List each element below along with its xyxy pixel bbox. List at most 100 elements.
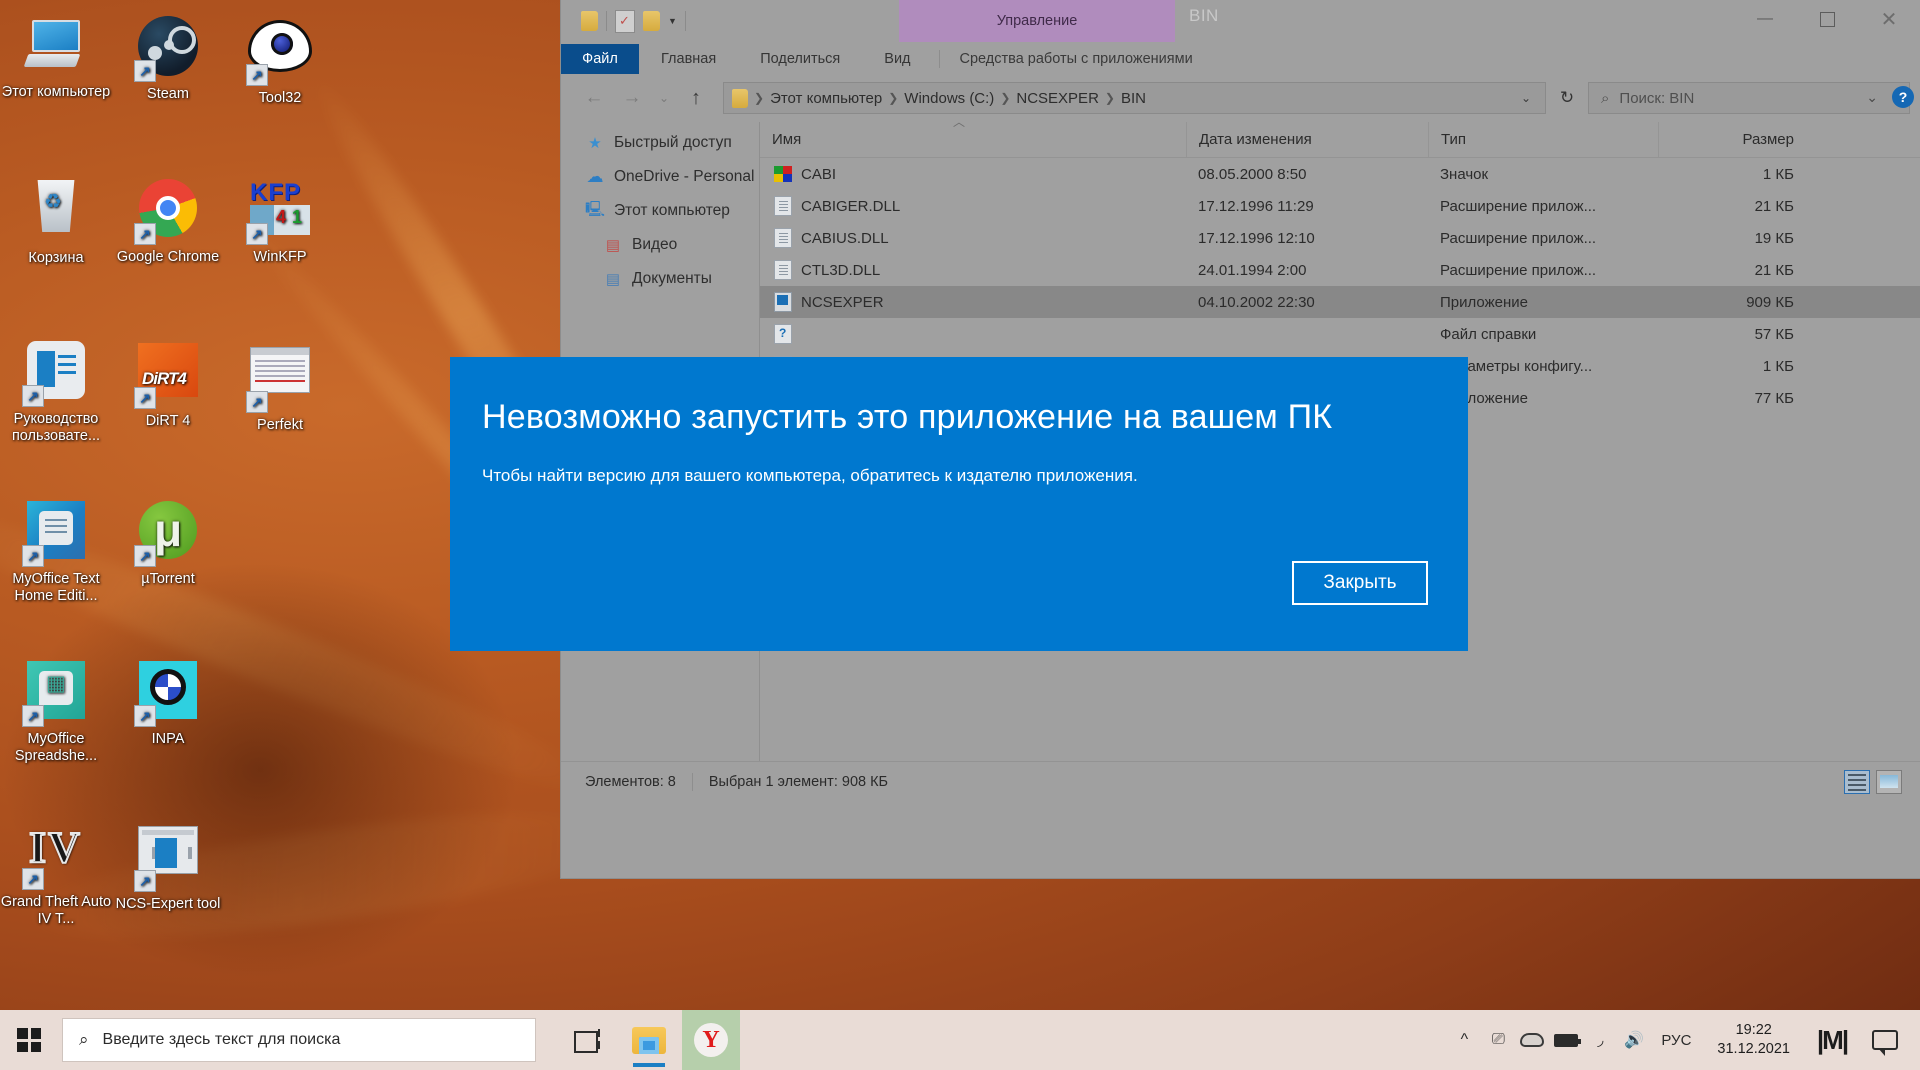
file-size-cell: 1 КБ [1762,165,1794,183]
minimize-button[interactable]: — [1734,0,1796,38]
desktop-icon-utorrent[interactable]: µTorrent [112,498,224,588]
icon-file-icon [774,166,792,182]
large-icons-view-button[interactable] [1876,769,1902,794]
file-explorer-icon [632,1026,666,1054]
tab-share[interactable]: Поделиться [738,44,862,74]
nav-item-label: Быстрый доступ [614,134,732,151]
table-row-selected[interactable]: NCSEXPER 04.10.2002 22:30 Приложение 909… [760,286,1920,318]
file-explorer-button[interactable] [620,1010,678,1070]
desktop-icon-tool32[interactable]: Tool32 [224,14,336,107]
taskbar-search-input[interactable]: ⌕ Введите здесь текст для поиска [62,1018,536,1062]
desktop-icon-this-pc[interactable]: Этот компьютер [0,14,112,101]
dirt4-icon [134,343,200,409]
breadcrumb[interactable]: ❯ Этот компьютер ❯ Windows (C:) ❯ NCSEXP… [723,82,1546,114]
desktop-icon-recycle-bin[interactable]: Корзина [0,176,112,267]
nav-item-videos[interactable]: ▤ Видео [561,228,759,262]
up-button[interactable]: ↑ [679,81,713,115]
details-view-button[interactable] [1844,769,1870,794]
properties-icon[interactable] [615,9,635,33]
chevron-down-icon[interactable]: ▼ [668,16,677,26]
desktop-icon-perfekt[interactable]: Perfekt [224,338,336,434]
folder-icon [732,88,748,108]
desktop-icon-steam[interactable]: Steam [112,14,224,103]
battery-icon[interactable] [1549,1010,1583,1070]
breadcrumb-item-windows-c[interactable]: Windows (C:) [904,90,994,107]
nav-item-onedrive[interactable]: ☁ OneDrive - Personal [561,160,759,194]
qat-divider [606,11,607,31]
column-header-size[interactable]: Размер [1658,122,1808,157]
action-center-icon [1872,1030,1898,1056]
refresh-button[interactable]: ↻ [1550,82,1584,114]
tab-home[interactable]: Главная [639,44,738,74]
breadcrumb-item-ncsexper[interactable]: NCSEXPER [1016,90,1099,107]
language-indicator[interactable]: РУС [1651,1032,1701,1049]
desktop-icon-myoffice-spreadsheet[interactable]: MyOffice Spreadshe... [0,658,112,765]
projector-icon[interactable]: ⎚ [1481,1010,1515,1070]
winkfp-icon: KFP 4 1 [246,179,312,245]
system-tray: ^ ⎚ ◞ 🔊 РУС 19:22 31.12.2021 |M| [1447,1010,1920,1070]
forward-button[interactable]: → [615,81,649,115]
file-size-cell: 21 КБ [1754,261,1794,279]
explorer-title-bar: ▼ Управление BIN — ✕ [561,0,1920,44]
chevron-down-icon[interactable]: ⌄ [1866,89,1878,106]
desktop-icon-ncs-expert-tool[interactable]: NCS-Expert tool [112,818,224,913]
application-file-icon [774,292,792,312]
tab-divider [938,50,940,68]
volume-icon[interactable]: 🔊 [1617,1010,1651,1070]
action-center-button[interactable] [1858,1010,1912,1070]
tray-overflow-button[interactable]: ^ [1447,1010,1481,1070]
file-date-cell: 24.01.1994 2:00 [1198,261,1307,279]
start-button[interactable] [0,1010,58,1070]
desktop-icon-google-chrome[interactable]: Google Chrome [112,176,224,266]
window-controls: — ✕ [1734,0,1920,38]
table-row[interactable]: CTL3D.DLL 24.01.1994 2:00 Расширение при… [760,254,1920,286]
help-icon[interactable]: ? [1892,86,1914,108]
breadcrumb-item-this-pc[interactable]: Этот компьютер [770,90,882,107]
breadcrumb-item-bin[interactable]: BIN [1121,90,1146,107]
msi-afterburner-icon[interactable]: |M| [1806,1010,1858,1070]
tab-view[interactable]: Вид [862,44,932,74]
table-row[interactable]: CABI 08.05.2000 8:50 Значок 1 КБ [760,158,1920,190]
close-button[interactable]: Закрыть [1292,561,1428,605]
column-header-type[interactable]: Тип [1428,122,1658,157]
desktop-icon-gta-iv[interactable]: Grand Theft Auto IV T... [0,818,112,928]
desktop-icon-winkfp[interactable]: KFP41 WinKFP [224,176,336,266]
shortcut-arrow-icon [22,545,44,567]
shortcut-arrow-icon [246,64,268,86]
desktop-icon-dirt4[interactable]: DiRT 4 [112,338,224,430]
new-folder-icon[interactable] [643,11,660,31]
file-name-label: NCSEXPER [801,293,884,311]
wifi-icon[interactable]: ◞ [1583,1010,1617,1070]
tab-application-tools[interactable]: Средства работы с приложениями [946,44,1207,74]
column-header-name[interactable]: Имя ︿ [760,115,1186,157]
folder-icon[interactable] [581,11,598,31]
column-header-date-modified[interactable]: Дата изменения [1186,122,1428,157]
contextual-tab-group-title: Управление [899,0,1175,42]
search-input[interactable]: ⌕ Поиск: BIN [1588,82,1910,114]
task-view-button[interactable] [558,1010,616,1070]
nav-item-this-pc[interactable]: 🖳 Этот компьютер [561,194,759,228]
ribbon-right-controls: ⌄ ? [1866,86,1914,108]
maximize-button[interactable] [1796,0,1858,38]
onedrive-cloud-icon[interactable] [1515,1010,1549,1070]
file-name-cell: CTL3D.DLL [760,260,1186,280]
tab-file[interactable]: Файл [561,44,639,74]
back-button[interactable]: ← [577,81,611,115]
nav-item-quick-access[interactable]: ★ Быстрый доступ [561,126,759,160]
contextual-tab-group-label: Управление [996,13,1078,29]
desktop-icon-myoffice-text[interactable]: MyOffice Text Home Editi... [0,498,112,605]
table-row[interactable]: Файл справки 57 КБ [760,318,1920,350]
desktop-icon-user-manual[interactable]: Руководство пользовате... [0,338,112,445]
desktop-icon-label: Руководство пользовате... [11,411,101,444]
table-row[interactable]: CABIGER.DLL 17.12.1996 11:29 Расширение … [760,190,1920,222]
close-button[interactable]: ✕ [1858,0,1920,38]
chevron-down-icon[interactable]: ⌄ [1521,91,1537,105]
nav-item-documents[interactable]: ▤ Документы [561,262,759,296]
clock[interactable]: 19:22 31.12.2021 [1701,1021,1806,1059]
file-date-cell: 17.12.1996 11:29 [1198,197,1314,215]
desktop-icon-inpa[interactable]: INPA [112,658,224,748]
yandex-browser-button[interactable]: Y [682,1010,740,1070]
steam-icon [134,16,200,82]
recent-locations-button[interactable]: ⌄ [653,81,675,115]
table-row[interactable]: CABIUS.DLL 17.12.1996 12:10 Расширение п… [760,222,1920,254]
